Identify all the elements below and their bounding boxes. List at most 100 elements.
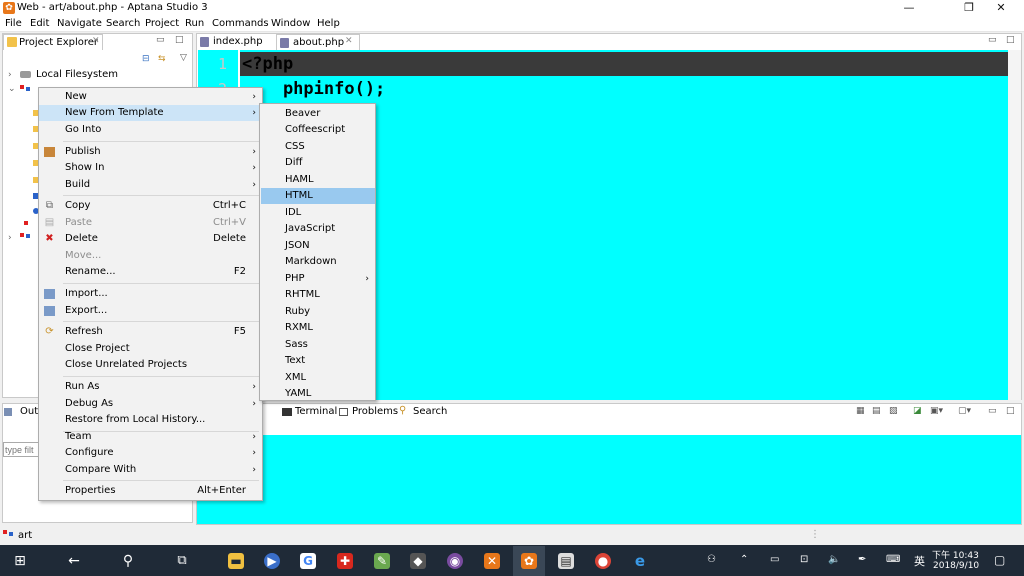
template-item-diff[interactable]: Diff [261, 155, 375, 171]
menu-item-configure[interactable]: Configure › [39, 445, 262, 461]
menu-file[interactable]: File [5, 18, 22, 29]
template-item-haml[interactable]: HAML [261, 172, 375, 188]
view-menu-icon[interactable]: ▽ [180, 53, 187, 63]
template-item-idl[interactable]: IDL [261, 205, 375, 221]
menu-window[interactable]: Window [271, 18, 310, 29]
tree-item-local-filesystem[interactable]: Local Filesystem [36, 69, 118, 80]
template-item-json[interactable]: JSON [261, 238, 375, 254]
display-selected-icon[interactable]: ▣▾ [930, 406, 943, 416]
app-icon[interactable]: ◆ [410, 553, 426, 569]
template-item-text[interactable]: Text [261, 353, 375, 369]
network-icon[interactable]: ⊡ [800, 554, 808, 565]
menu-item-new-from-template[interactable]: New From Template › [39, 105, 262, 121]
toolbar-icon[interactable]: ▧ [889, 406, 898, 416]
toolbar-icon[interactable]: ▦ [856, 406, 865, 416]
template-item-rxml[interactable]: RXML [261, 320, 375, 336]
menu-help[interactable]: Help [317, 18, 340, 29]
back-arrow-icon[interactable]: ← [66, 553, 82, 569]
menu-search[interactable]: Search [106, 18, 140, 29]
menu-item-delete[interactable]: ✖ Delete Delete [39, 231, 262, 247]
open-console-icon[interactable]: ▢▾ [958, 406, 971, 416]
menu-item-publish[interactable]: Publish › [39, 144, 262, 160]
menu-item-compare-with[interactable]: Compare With › [39, 462, 262, 478]
menu-item-new[interactable]: New › [39, 89, 262, 105]
menu-item-rename[interactable]: Rename... F2 [39, 264, 262, 280]
tab-problems[interactable]: Problems [352, 406, 398, 417]
keyboard-icon[interactable]: ⌨ [886, 554, 900, 565]
battery-icon[interactable]: ▭ [770, 554, 779, 565]
minimize-icon[interactable]: — [886, 0, 932, 16]
template-item-sass[interactable]: Sass [261, 337, 375, 353]
chrome-icon[interactable]: ● [595, 553, 611, 569]
template-item-xml[interactable]: XML [261, 370, 375, 386]
task-view-icon[interactable]: ⧉ [174, 553, 190, 569]
tab-search[interactable]: Search [413, 406, 447, 417]
template-item-markdown[interactable]: Markdown [261, 254, 375, 270]
tab-about-php[interactable]: about.php ✕ [276, 34, 360, 50]
menu-item-close-project[interactable]: Close Project [39, 341, 262, 357]
menu-item-paste[interactable]: ▤ Paste Ctrl+V [39, 215, 262, 231]
tab-terminal[interactable]: Terminal [295, 406, 337, 417]
news-icon[interactable]: ▤ [558, 553, 574, 569]
menu-navigate[interactable]: Navigate [57, 18, 102, 29]
menu-item-import[interactable]: Import... [39, 286, 262, 302]
volume-icon[interactable]: 🔈 [828, 554, 840, 565]
xampp-icon[interactable]: ✕ [484, 553, 500, 569]
template-item-beaver[interactable]: Beaver [261, 106, 375, 122]
collapse-arrow-icon[interactable]: ⌄ [8, 84, 16, 94]
chevron-up-icon[interactable]: ⌃ [740, 554, 748, 565]
template-item-rhtml[interactable]: RHTML [261, 287, 375, 303]
editor-scrollbar[interactable] [1008, 50, 1021, 400]
google-icon[interactable]: G [300, 553, 316, 569]
template-item-yaml[interactable]: YAML [261, 386, 375, 402]
minimize-icon[interactable]: ▭ [988, 35, 997, 45]
expand-arrow-icon[interactable]: › [8, 70, 12, 80]
maximize-icon[interactable]: □ [1006, 406, 1015, 416]
menu-edit[interactable]: Edit [30, 18, 49, 29]
menu-item-close-unrelated-projects[interactable]: Close Unrelated Projects [39, 357, 262, 373]
windows-start-icon[interactable]: ⊞ [12, 553, 28, 569]
template-item-coffeescript[interactable]: Coffeescript [261, 122, 375, 138]
menu-item-show-in[interactable]: Show In › [39, 160, 262, 176]
link-editor-icon[interactable]: ⇆ [158, 54, 166, 64]
app-icon[interactable]: ◉ [447, 553, 463, 569]
menu-item-properties[interactable]: Properties Alt+Enter [39, 483, 262, 499]
menu-item-build[interactable]: Build › [39, 177, 262, 193]
media-player-icon[interactable]: ▶ [264, 553, 280, 569]
tab-index-php[interactable]: index.php [197, 34, 271, 50]
template-item-css[interactable]: CSS [261, 139, 375, 155]
template-item-ruby[interactable]: Ruby [261, 304, 375, 320]
clock-date[interactable]: 2018/9/10 [933, 561, 979, 571]
tab-project-explorer[interactable]: Project Explorer ✕ [3, 34, 103, 50]
close-icon[interactable]: ✕ [92, 36, 100, 46]
outline-filter-input[interactable] [3, 442, 39, 457]
menu-item-copy[interactable]: ⧉ Copy Ctrl+C [39, 198, 262, 214]
maximize-icon[interactable]: □ [175, 35, 184, 45]
edge-icon[interactable]: e [632, 553, 648, 569]
notification-icon[interactable]: ▢ [994, 553, 1005, 567]
aptana-icon[interactable]: ✿ [521, 553, 537, 569]
expand-arrow-icon[interactable]: › [8, 233, 12, 243]
menu-item-restore-history[interactable]: Restore from Local History... [39, 412, 262, 428]
people-icon[interactable]: ⚇ [707, 554, 716, 565]
menu-item-team[interactable]: Team › [39, 429, 262, 445]
menu-commands[interactable]: Commands [212, 18, 269, 29]
close-icon[interactable]: ✕ [345, 36, 353, 46]
menu-item-go-into[interactable]: Go Into [39, 122, 262, 138]
template-item-php[interactable]: PHP › [261, 271, 375, 287]
template-item-html[interactable]: HTML [261, 188, 375, 204]
template-item-javascript[interactable]: JavaScript [261, 221, 375, 237]
clock-time[interactable]: 下午 10:43 [932, 548, 979, 561]
toolbar-icon[interactable]: ◪ [913, 406, 922, 416]
search-icon[interactable]: ⚲ [120, 553, 136, 569]
menu-item-run-as[interactable]: Run As › [39, 379, 262, 395]
minimize-icon[interactable]: ▭ [988, 406, 997, 416]
menu-item-export[interactable]: Export... [39, 303, 262, 319]
file-explorer-icon[interactable]: ▬ [228, 553, 244, 569]
menu-item-debug-as[interactable]: Debug As › [39, 396, 262, 412]
menu-project[interactable]: Project [145, 18, 179, 29]
close-icon[interactable]: ✕ [978, 0, 1024, 16]
app-icon[interactable]: ✚ [337, 553, 353, 569]
terminal-content[interactable] [197, 435, 1021, 524]
menu-item-move[interactable]: Move... [39, 248, 262, 264]
